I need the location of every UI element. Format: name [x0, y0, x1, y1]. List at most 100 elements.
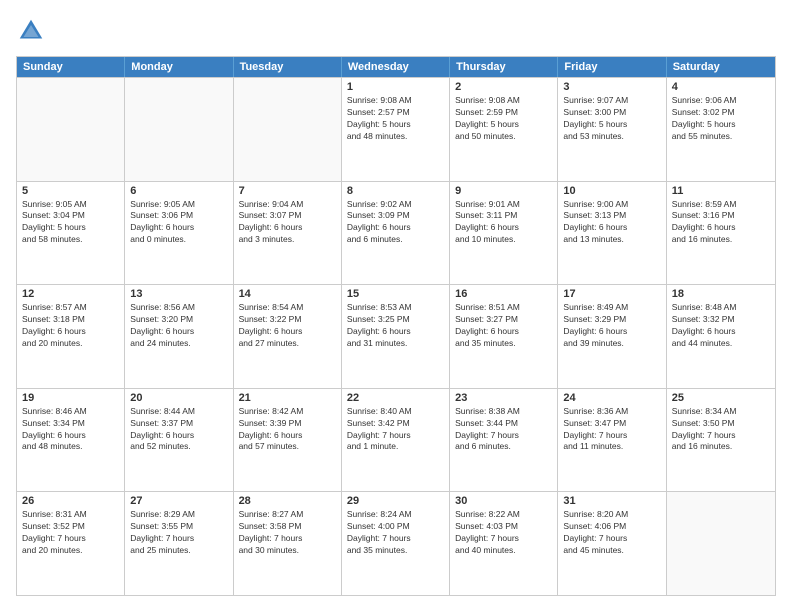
day-cell-16: 16 Sunrise: 8:51 AM Sunset: 3:27 PM Dayli… [450, 285, 558, 388]
day-number: 5 [22, 185, 119, 197]
day-cell-2: 2 Sunrise: 9:08 AM Sunset: 2:59 PM Daylig… [450, 78, 558, 181]
day-cell-14: 14Sunrise: 8:54 AM Sunset: 3:22 PM Dayli… [234, 285, 342, 388]
day-number: 9 [455, 185, 552, 197]
day-info: Sunrise: 9:05 AM Sunset: 3:04 PM Dayligh… [22, 199, 119, 247]
day-number: 22 [347, 392, 444, 404]
day-cell-12: 12Sunrise: 8:57 AM Sunset: 3:18 PM Dayli… [17, 285, 125, 388]
day-info: Sunrise: 8:59 AM Sunset: 3:16 PM Dayligh… [672, 199, 770, 247]
weekday-header-friday: Friday [558, 57, 666, 77]
day-number: 11 [672, 185, 770, 197]
day-info: Sunrise: 8:56 AM Sunset: 3:20 PM Dayligh… [130, 302, 227, 350]
empty-cell-4-6 [667, 492, 775, 595]
day-cell-7: 7 Sunrise: 9:04 AM Sunset: 3:07 PM Daylig… [234, 182, 342, 285]
day-number: 17 [563, 288, 660, 300]
day-info: Sunrise: 9:02 AM Sunset: 3:09 PM Dayligh… [347, 199, 444, 247]
day-number: 26 [22, 495, 119, 507]
day-number: 30 [455, 495, 552, 507]
day-info: Sunrise: 9:07 AM Sunset: 3:00 PM Dayligh… [563, 95, 660, 143]
day-number: 12 [22, 288, 119, 300]
page: SundayMondayTuesdayWednesdayThursdayFrid… [0, 0, 792, 612]
day-cell-8: 8 Sunrise: 9:02 AM Sunset: 3:09 PM Daylig… [342, 182, 450, 285]
day-info: Sunrise: 8:24 AM Sunset: 4:00 PM Dayligh… [347, 509, 444, 557]
day-number: 23 [455, 392, 552, 404]
day-cell-10: 10 Sunrise: 9:00 AM Sunset: 3:13 PM Dayli… [558, 182, 666, 285]
logo-icon [16, 16, 46, 46]
day-info: Sunrise: 8:38 AM Sunset: 3:44 PM Dayligh… [455, 406, 552, 454]
day-number: 2 [455, 81, 552, 93]
day-cell-28: 28 Sunrise: 8:27 AM Sunset: 3:58 PM Dayli… [234, 492, 342, 595]
calendar: SundayMondayTuesdayWednesdayThursdayFrid… [16, 56, 776, 596]
day-cell-11: 11 Sunrise: 8:59 AM Sunset: 3:16 PM Dayli… [667, 182, 775, 285]
weekday-header-wednesday: Wednesday [342, 57, 450, 77]
weekday-header-thursday: Thursday [450, 57, 558, 77]
day-info: Sunrise: 8:20 AM Sunset: 4:06 PM Dayligh… [563, 509, 660, 557]
day-info: Sunrise: 8:27 AM Sunset: 3:58 PM Dayligh… [239, 509, 336, 557]
day-cell-4: 4Sunrise: 9:06 AM Sunset: 3:02 PM Daylig… [667, 78, 775, 181]
day-number: 24 [563, 392, 660, 404]
day-info: Sunrise: 8:51 AM Sunset: 3:27 PM Dayligh… [455, 302, 552, 350]
day-cell-6: 6 Sunrise: 9:05 AM Sunset: 3:06 PM Daylig… [125, 182, 233, 285]
day-cell-17: 17 Sunrise: 8:49 AM Sunset: 3:29 PM Dayli… [558, 285, 666, 388]
day-number: 21 [239, 392, 336, 404]
day-cell-15: 15 Sunrise: 8:53 AM Sunset: 3:25 PM Dayli… [342, 285, 450, 388]
day-cell-31: 31 Sunrise: 8:20 AM Sunset: 4:06 PM Dayli… [558, 492, 666, 595]
calendar-header: SundayMondayTuesdayWednesdayThursdayFrid… [17, 57, 775, 77]
day-number: 4 [672, 81, 770, 93]
day-cell-20: 20Sunrise: 8:44 AM Sunset: 3:37 PM Dayli… [125, 389, 233, 492]
calendar-row-1: 5 Sunrise: 9:05 AM Sunset: 3:04 PM Daylig… [17, 181, 775, 285]
day-info: Sunrise: 8:49 AM Sunset: 3:29 PM Dayligh… [563, 302, 660, 350]
day-info: Sunrise: 8:44 AM Sunset: 3:37 PM Dayligh… [130, 406, 227, 454]
day-info: Sunrise: 8:36 AM Sunset: 3:47 PM Dayligh… [563, 406, 660, 454]
day-cell-13: 13 Sunrise: 8:56 AM Sunset: 3:20 PM Dayli… [125, 285, 233, 388]
day-info: Sunrise: 9:05 AM Sunset: 3:06 PM Dayligh… [130, 199, 227, 247]
day-number: 1 [347, 81, 444, 93]
day-cell-30: 30 Sunrise: 8:22 AM Sunset: 4:03 PM Dayli… [450, 492, 558, 595]
day-cell-29: 29Sunrise: 8:24 AM Sunset: 4:00 PM Dayli… [342, 492, 450, 595]
day-number: 3 [563, 81, 660, 93]
calendar-row-0: 1 Sunrise: 9:08 AM Sunset: 2:57 PM Daylig… [17, 77, 775, 181]
day-number: 28 [239, 495, 336, 507]
day-number: 25 [672, 392, 770, 404]
day-cell-24: 24 Sunrise: 8:36 AM Sunset: 3:47 PM Dayli… [558, 389, 666, 492]
day-number: 18 [672, 288, 770, 300]
day-info: Sunrise: 8:31 AM Sunset: 3:52 PM Dayligh… [22, 509, 119, 557]
day-number: 31 [563, 495, 660, 507]
day-info: Sunrise: 9:04 AM Sunset: 3:07 PM Dayligh… [239, 199, 336, 247]
header [16, 16, 776, 46]
day-number: 19 [22, 392, 119, 404]
day-number: 16 [455, 288, 552, 300]
day-info: Sunrise: 8:29 AM Sunset: 3:55 PM Dayligh… [130, 509, 227, 557]
day-cell-5: 5 Sunrise: 9:05 AM Sunset: 3:04 PM Daylig… [17, 182, 125, 285]
day-cell-25: 25 Sunrise: 8:34 AM Sunset: 3:50 PM Dayli… [667, 389, 775, 492]
day-cell-19: 19 Sunrise: 8:46 AM Sunset: 3:34 PM Dayli… [17, 389, 125, 492]
weekday-header-saturday: Saturday [667, 57, 775, 77]
day-info: Sunrise: 8:34 AM Sunset: 3:50 PM Dayligh… [672, 406, 770, 454]
calendar-row-4: 26 Sunrise: 8:31 AM Sunset: 3:52 PM Dayli… [17, 491, 775, 595]
day-number: 13 [130, 288, 227, 300]
day-cell-22: 22 Sunrise: 8:40 AM Sunset: 3:42 PM Dayli… [342, 389, 450, 492]
calendar-body: 1 Sunrise: 9:08 AM Sunset: 2:57 PM Daylig… [17, 77, 775, 595]
day-cell-21: 21 Sunrise: 8:42 AM Sunset: 3:39 PM Dayli… [234, 389, 342, 492]
day-info: Sunrise: 8:40 AM Sunset: 3:42 PM Dayligh… [347, 406, 444, 454]
day-cell-18: 18Sunrise: 8:48 AM Sunset: 3:32 PM Dayli… [667, 285, 775, 388]
empty-cell-0-0 [17, 78, 125, 181]
day-info: Sunrise: 9:08 AM Sunset: 2:59 PM Dayligh… [455, 95, 552, 143]
day-number: 10 [563, 185, 660, 197]
day-cell-9: 9Sunrise: 9:01 AM Sunset: 3:11 PM Daylig… [450, 182, 558, 285]
day-info: Sunrise: 8:46 AM Sunset: 3:34 PM Dayligh… [22, 406, 119, 454]
day-number: 27 [130, 495, 227, 507]
day-info: Sunrise: 8:42 AM Sunset: 3:39 PM Dayligh… [239, 406, 336, 454]
day-info: Sunrise: 9:00 AM Sunset: 3:13 PM Dayligh… [563, 199, 660, 247]
weekday-header-monday: Monday [125, 57, 233, 77]
day-info: Sunrise: 9:08 AM Sunset: 2:57 PM Dayligh… [347, 95, 444, 143]
day-cell-1: 1 Sunrise: 9:08 AM Sunset: 2:57 PM Daylig… [342, 78, 450, 181]
day-number: 15 [347, 288, 444, 300]
day-number: 7 [239, 185, 336, 197]
weekday-header-sunday: Sunday [17, 57, 125, 77]
day-number: 6 [130, 185, 227, 197]
day-info: Sunrise: 8:22 AM Sunset: 4:03 PM Dayligh… [455, 509, 552, 557]
day-number: 8 [347, 185, 444, 197]
empty-cell-0-1 [125, 78, 233, 181]
day-info: Sunrise: 8:53 AM Sunset: 3:25 PM Dayligh… [347, 302, 444, 350]
calendar-row-3: 19 Sunrise: 8:46 AM Sunset: 3:34 PM Dayli… [17, 388, 775, 492]
